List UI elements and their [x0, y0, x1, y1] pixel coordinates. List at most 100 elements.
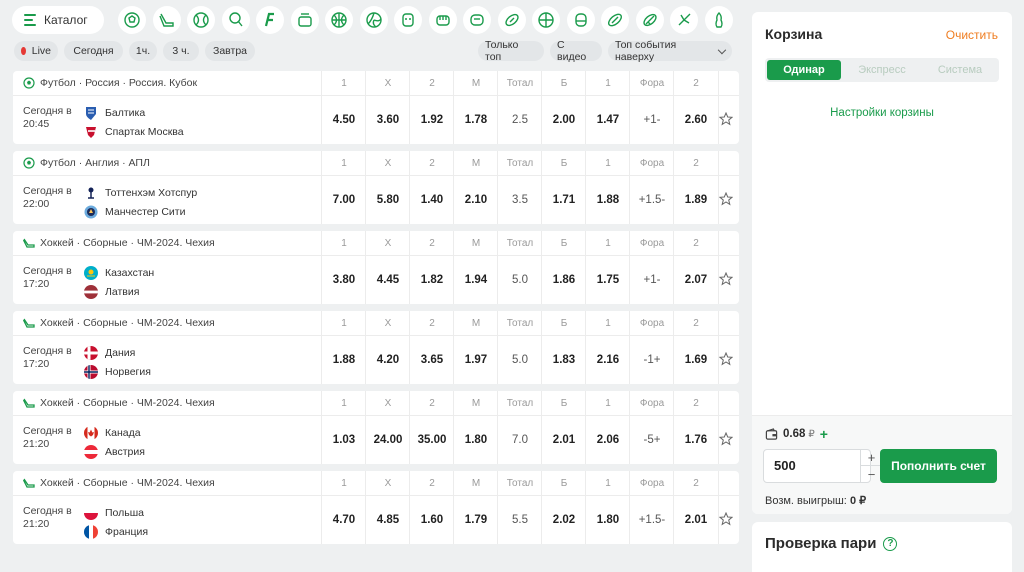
league-title[interactable]: Хоккей · Сборные · ЧМ-2024. Чехия: [23, 311, 215, 335]
handball-sport-button[interactable]: [463, 6, 491, 34]
odds-button[interactable]: 24.00: [366, 416, 410, 464]
odds-button[interactable]: 1.82: [410, 256, 454, 304]
odds-button[interactable]: 1.88: [322, 336, 366, 384]
odds-button[interactable]: 4.20: [366, 336, 410, 384]
odds-button[interactable]: 7.00: [322, 176, 366, 224]
filter-1h[interactable]: 1ч.: [129, 41, 157, 61]
match-teams[interactable]: Польша Франция: [84, 503, 148, 541]
odds-button[interactable]: 1.83: [542, 336, 586, 384]
odds-button[interactable]: 1.76: [674, 416, 718, 464]
odds-button[interactable]: 1.47: [586, 96, 630, 144]
bowling-sport-button[interactable]: [704, 6, 733, 34]
odds-button[interactable]: 2.06: [586, 416, 630, 464]
tab-single[interactable]: Одинар: [767, 60, 841, 80]
match-teams[interactable]: Канада Австрия: [84, 423, 145, 461]
football-sport-button[interactable]: [118, 6, 146, 34]
basketball-3x3-sport-button[interactable]: [532, 6, 560, 34]
odds-button[interactable]: 2.60: [674, 96, 718, 144]
esports-sport-button[interactable]: [290, 6, 319, 34]
help-icon[interactable]: ?: [883, 536, 898, 551]
odds-button[interactable]: 4.50: [322, 96, 366, 144]
odds-button[interactable]: 1.80: [454, 416, 498, 464]
filter-3h[interactable]: 3 ч.: [163, 41, 199, 61]
odds-button[interactable]: 1.03: [322, 416, 366, 464]
favorite-star-icon[interactable]: [719, 272, 733, 286]
odds-button[interactable]: 1.60: [410, 496, 454, 544]
odds-button[interactable]: 2.00: [542, 96, 586, 144]
catalog-button[interactable]: Каталог: [12, 6, 104, 34]
odds-button[interactable]: 4.45: [366, 256, 410, 304]
odds-button[interactable]: 3.80: [322, 256, 366, 304]
esports-icon: [297, 13, 312, 27]
badminton-sport-button[interactable]: [670, 6, 698, 34]
filter-live[interactable]: Live: [14, 41, 58, 61]
match-teams[interactable]: Казахстан Латвия: [84, 263, 154, 301]
odds-button[interactable]: 4.70: [322, 496, 366, 544]
tab-system[interactable]: Система: [923, 60, 997, 80]
table-tennis-sport-button[interactable]: [221, 6, 250, 34]
odds-button[interactable]: 3.60: [366, 96, 410, 144]
match-teams[interactable]: Балтика Спартак Москва: [84, 103, 184, 141]
stake-decrement-button[interactable]: −: [860, 466, 882, 483]
basketball-sport-button[interactable]: [325, 6, 353, 34]
hockey-sport-button[interactable]: [152, 6, 181, 34]
basket-clear-button[interactable]: Очистить: [946, 28, 998, 42]
odds-button[interactable]: 1.92: [410, 96, 454, 144]
favorite-star-icon[interactable]: [719, 192, 733, 206]
filter-tomorrow[interactable]: Завтра: [205, 41, 255, 61]
league-title[interactable]: Хоккей · Сборные · ЧМ-2024. Чехия: [23, 391, 215, 415]
topup-button[interactable]: Пополнить счет: [880, 449, 997, 483]
league-title[interactable]: Хоккей · Сборные · ЧМ-2024. Чехия: [23, 231, 215, 255]
odds-button[interactable]: 1.40: [410, 176, 454, 224]
tennis-sport-button[interactable]: [187, 6, 215, 34]
odds-button[interactable]: 1.79: [454, 496, 498, 544]
league-title[interactable]: Футбол · Россия · Россия. Кубок: [23, 71, 197, 95]
match-teams[interactable]: Дания Норвегия: [84, 343, 151, 381]
sort-select[interactable]: Топ события наверху: [608, 39, 732, 63]
odds-button[interactable]: 2.01: [674, 496, 718, 544]
odds-button[interactable]: 2.10: [454, 176, 498, 224]
odds-button[interactable]: 5.80: [366, 176, 410, 224]
league-title[interactable]: Хоккей · Сборные · ЧМ-2024. Чехия: [23, 471, 215, 495]
league-title[interactable]: Футбол · Англия · АПЛ: [23, 151, 150, 175]
odds-button[interactable]: 1.71: [542, 176, 586, 224]
filter-with-video[interactable]: С видео: [550, 39, 602, 63]
rugby-sport-button[interactable]: [497, 6, 526, 34]
odds-button[interactable]: 4.85: [366, 496, 410, 544]
mma-sport-button[interactable]: [428, 6, 457, 34]
denmark-flag-icon: [84, 345, 98, 360]
volleyball-sport-button[interactable]: [359, 6, 388, 34]
cricket-sport-button[interactable]: [635, 6, 664, 34]
american-football-sport-button[interactable]: [601, 6, 629, 34]
fonbet-sport-button[interactable]: [256, 6, 284, 34]
odds-button[interactable]: 3.65: [410, 336, 454, 384]
odds-button[interactable]: 1.80: [586, 496, 630, 544]
filter-top-only[interactable]: Только топ: [478, 39, 544, 63]
odds-button[interactable]: 1.97: [454, 336, 498, 384]
odds-button[interactable]: 1.75: [586, 256, 630, 304]
stake-input[interactable]: 500: [763, 449, 871, 483]
cybersport-sport-button[interactable]: [394, 6, 422, 34]
odds-button[interactable]: 2.16: [586, 336, 630, 384]
odds-button[interactable]: 2.02: [542, 496, 586, 544]
odds-button[interactable]: 1.88: [586, 176, 630, 224]
favorite-star-icon[interactable]: [719, 432, 733, 446]
match-teams[interactable]: Тоттенхэм Хотспур Манчестер Сити: [84, 183, 197, 221]
add-funds-icon[interactable]: +: [820, 426, 828, 442]
favorite-star-icon[interactable]: [719, 112, 733, 126]
odds-button[interactable]: 35.00: [410, 416, 454, 464]
tab-express[interactable]: Экспресс: [845, 60, 919, 80]
odds-button[interactable]: 1.69: [674, 336, 718, 384]
favorite-star-icon[interactable]: [719, 352, 733, 366]
favorite-star-icon[interactable]: [719, 512, 733, 526]
odds-button[interactable]: 2.07: [674, 256, 718, 304]
odds-button[interactable]: 1.78: [454, 96, 498, 144]
odds-button[interactable]: 1.89: [674, 176, 718, 224]
odds-button[interactable]: 1.94: [454, 256, 498, 304]
filter-today[interactable]: Сегодня: [64, 41, 123, 61]
boxing-sport-button[interactable]: [566, 6, 595, 34]
odds-button[interactable]: 2.01: [542, 416, 586, 464]
basket-settings-link[interactable]: Настройки корзины: [752, 107, 1012, 119]
odds-button[interactable]: 1.86: [542, 256, 586, 304]
stake-increment-button[interactable]: +: [860, 449, 882, 466]
